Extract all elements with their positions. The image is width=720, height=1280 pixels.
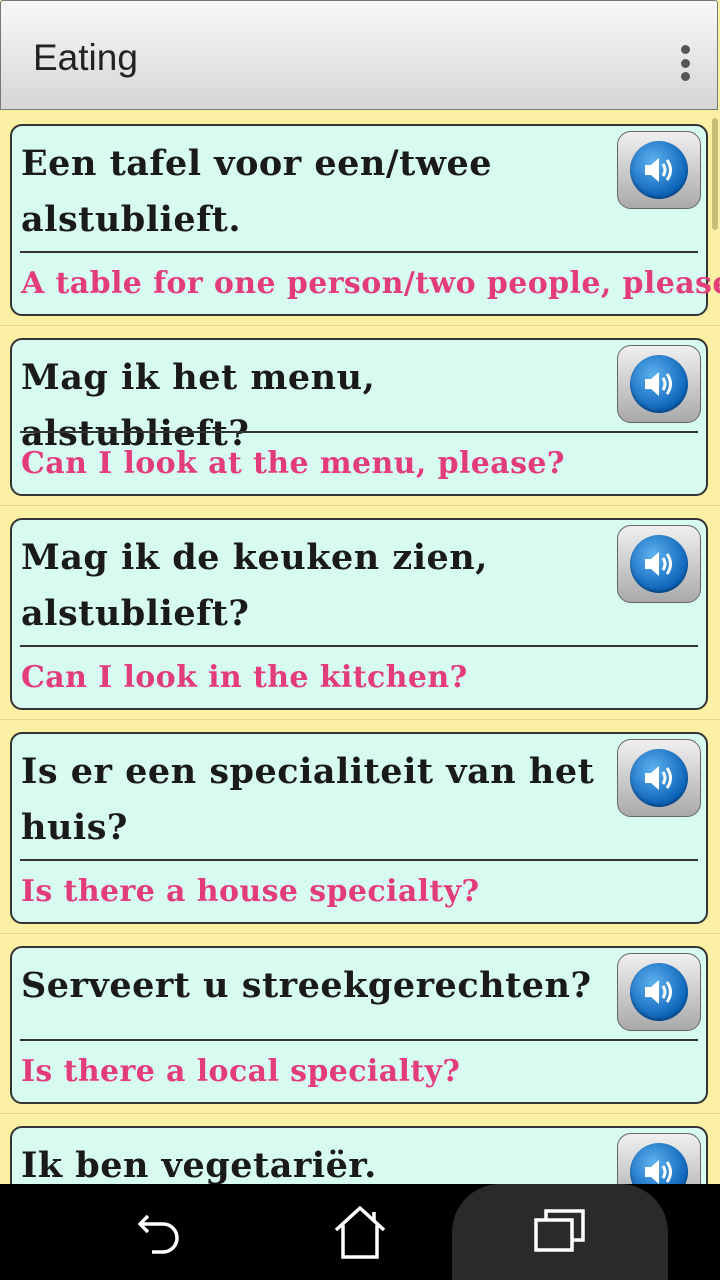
overflow-menu-icon[interactable] [679,45,691,81]
phrase-dutch: Serveert u streekgerechten? [21,965,592,1006]
divider [20,1039,698,1041]
play-audio-button[interactable] [617,1133,701,1184]
phrase-list[interactable]: Een tafel voor een/twee alstublieft. A t… [0,112,720,1184]
back-icon[interactable] [130,1202,190,1262]
phrase-card: Mag ik de keuken zien, alstublieft? Can … [10,518,708,710]
phrase-dutch: Een tafel voor een/twee alstublieft. [21,143,492,240]
play-audio-button[interactable] [617,131,701,209]
play-audio-button[interactable] [617,345,701,423]
speaker-icon [630,749,688,807]
speaker-icon [630,141,688,199]
phrase-dutch: Ik ben vegetariër. [21,1145,377,1184]
play-audio-button[interactable] [617,953,701,1031]
page-title: Eating [33,37,138,78]
divider [20,645,698,647]
speaker-icon [630,535,688,593]
list-item: Mag ik het menu, alstublieft? Can I look… [0,326,720,506]
speaker-icon [630,355,688,413]
list-item: Een tafel voor een/twee alstublieft. A t… [0,112,720,326]
phrase-english: Is there a house specialty? [21,874,480,909]
play-audio-button[interactable] [617,525,701,603]
phrase-english: Can I look in the kitchen? [21,660,468,695]
phrase-english: A table for one person/two people, pleas… [21,266,720,301]
phrase-card: Is er een specialiteit van het huis? Is … [10,732,708,924]
list-item: Is er een specialiteit van het huis? Is … [0,720,720,934]
list-item: Mag ik de keuken zien, alstublieft? Can … [0,506,720,720]
app-bar: Eating [0,0,718,110]
phrase-card: Serveert u streekgerechten? Is there a l… [10,946,708,1104]
phrase-card: Een tafel voor een/twee alstublieft. A t… [10,124,720,316]
phrase-card: Mag ik het menu, alstublieft? Can I look… [10,338,708,496]
phrase-dutch: Is er een specialiteit van het huis? [21,751,595,848]
list-item: Ik ben vegetariër. [0,1114,720,1184]
play-audio-button[interactable] [617,739,701,817]
phrase-card: Ik ben vegetariër. [10,1126,708,1184]
phrase-english: Can I look at the menu, please? [21,446,565,481]
divider [20,431,698,433]
home-icon[interactable] [330,1202,390,1262]
scrollbar[interactable] [712,118,718,230]
speaker-icon [630,963,688,1021]
divider [20,859,698,861]
phrase-dutch: Mag ik de keuken zien, alstublieft? [21,537,488,634]
divider [20,251,698,253]
recents-icon[interactable] [530,1202,590,1262]
speaker-icon [630,1143,688,1184]
phrase-english: Is there a local specialty? [21,1054,461,1089]
system-nav-bar [0,1184,720,1280]
list-item: Serveert u streekgerechten? Is there a l… [0,934,720,1114]
